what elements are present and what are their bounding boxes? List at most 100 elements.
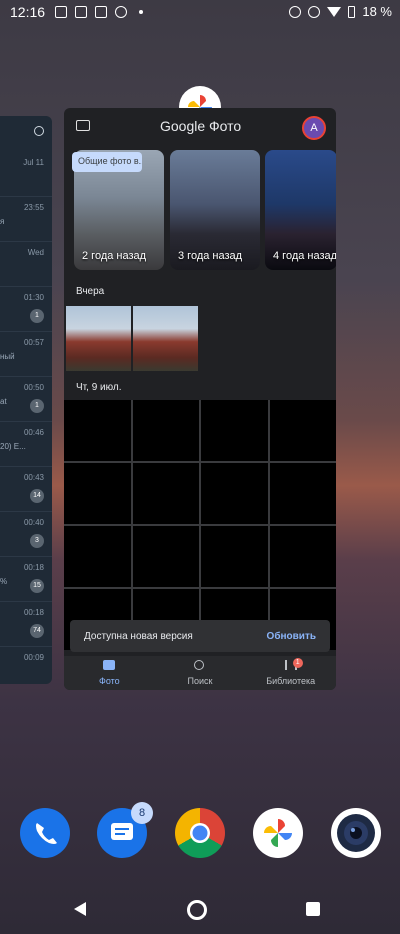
conversation-time: 00:46 [23,428,44,437]
camera-app[interactable] [331,808,381,858]
conversation-snippet: % [0,577,8,586]
photo-placeholder[interactable] [64,463,131,524]
photo-placeholder[interactable] [201,400,268,461]
photo-placeholder[interactable] [132,400,199,461]
conversation-row[interactable]: Jul 11 [0,152,52,197]
search-icon[interactable] [34,126,44,136]
unread-badge: 74 [30,624,44,638]
conversation-row[interactable]: 23:55 я [0,197,52,242]
search-icon [194,660,204,670]
bottom-navigation: Фото Поиск 1 Библиотека [64,656,336,690]
section-header-date: Чт, 9 июл. [76,382,122,393]
instagram-icon [55,6,68,18]
conversation-snippet: ный [0,352,15,361]
notification-icon [75,6,88,18]
conversation-row[interactable]: 00:18% 15 [0,557,52,602]
conversation-row[interactable]: 00:46 20) Е... [0,422,52,467]
photo-thumbnail[interactable] [66,306,131,371]
photo-placeholder[interactable] [132,463,199,524]
conversation-time: 23:55 [23,203,44,212]
photo-grid [64,400,336,650]
library-badge: 1 [292,658,303,668]
conversation-row[interactable]: 00:40 3 [0,512,52,557]
photo-placeholder[interactable] [201,526,268,587]
nav-label: Фото [98,676,120,686]
unread-badge: 1 [30,399,44,413]
photo-placeholder[interactable] [269,463,336,524]
nav-label: Библиотека [266,676,316,686]
alarm-icon [289,5,302,18]
conversation-time: Wed [27,248,44,257]
nav-label: Поиск [187,676,213,686]
update-snackbar: Доступна новая версия Обновить [70,620,330,652]
photo-thumbnail[interactable] [133,306,198,371]
conversation-row[interactable]: 01:30 1 [0,287,52,332]
phone-app[interactable] [20,808,70,858]
unread-badge: 14 [30,489,44,503]
status-time: 12:16 [10,4,46,20]
conversation-snippet: я [0,217,5,226]
nav-tab-search[interactable]: Поиск [155,656,246,690]
conversation-row[interactable]: 00:09 [0,647,52,684]
app-title: Google Фото [160,118,242,134]
memory-card[interactable]: 3 года назад [170,150,260,270]
unread-badge: 3 [30,534,44,548]
recent-app-card-photos[interactable]: Google Фото A 2 года назад 3 года назад … [64,108,336,690]
bulb-icon [115,6,128,18]
conversation-row[interactable]: 00:18 74 [0,602,52,647]
photo-placeholder[interactable] [201,463,268,524]
memory-label: 2 года назад [82,250,147,262]
conversation-row[interactable]: 00:43 14 [0,467,52,512]
status-bar: 12:16 18 % [0,0,400,24]
photo-placeholder[interactable] [64,526,131,587]
snackbar-text: Доступна новая версия [84,630,193,642]
conversation-snippet: at [0,397,7,406]
battery-icon [348,5,356,18]
conversation-time: 00:18 [23,563,44,572]
conversation-row[interactable]: 00:57 ный [0,332,52,377]
photo-placeholder[interactable] [269,400,336,461]
vibrate-icon [95,6,108,18]
conversation-time: 00:40 [23,518,44,527]
system-navbar [0,890,400,930]
back-icon[interactable] [74,902,86,916]
camera-icon [337,814,375,852]
update-button[interactable]: Обновить [267,631,316,642]
memory-label: 3 года назад [178,250,243,262]
shared-photos-tooltip[interactable]: Общие фото в... [72,152,142,172]
wifi-icon [327,6,342,17]
chrome-app[interactable] [175,808,225,858]
section-header-yesterday: Вчера [76,286,105,297]
memory-card[interactable]: 4 года назад [265,150,336,270]
dnd-icon [308,5,321,18]
nav-tab-photos[interactable]: Фото [64,656,155,690]
photos-icon [264,819,292,847]
conversation-row[interactable]: Wed [0,242,52,287]
photos-app[interactable] [253,808,303,858]
avatar[interactable]: A [302,116,326,140]
recent-app-card-messages[interactable]: Jul 11 23:55 я Wed 01:30 1 00:57 ный 00:50 at 1 00:… [0,116,52,684]
conversation-time: 00:43 [23,473,44,482]
chrome-icon [190,823,210,843]
photos-header: Google Фото A [64,108,336,148]
conversation-time: 01:30 [23,293,44,302]
conversation-time: 00:57 [23,338,44,347]
nav-tab-library[interactable]: 1 Библиотека [245,656,336,690]
unread-badge: 1 [30,309,44,323]
photo-placeholder[interactable] [269,526,336,587]
conversation-row[interactable]: 00:50 at 1 [0,377,52,422]
conversation-time: Jul 11 [23,158,44,167]
photo-placeholder[interactable] [132,526,199,587]
phone-icon [36,823,57,844]
chat-icon[interactable] [76,120,90,131]
photo-placeholder[interactable] [64,400,131,461]
more-notifications-icon [139,10,144,14]
memory-label: 4 года назад [273,250,336,262]
unread-badge: 15 [30,579,44,593]
home-icon[interactable] [187,900,207,920]
messages-app[interactable]: 8 [97,802,153,858]
recents-icon[interactable] [306,902,320,916]
conversation-time: 00:09 [23,653,44,662]
conversation-snippet: 20) Е... [0,442,26,451]
photo-icon [103,660,116,670]
